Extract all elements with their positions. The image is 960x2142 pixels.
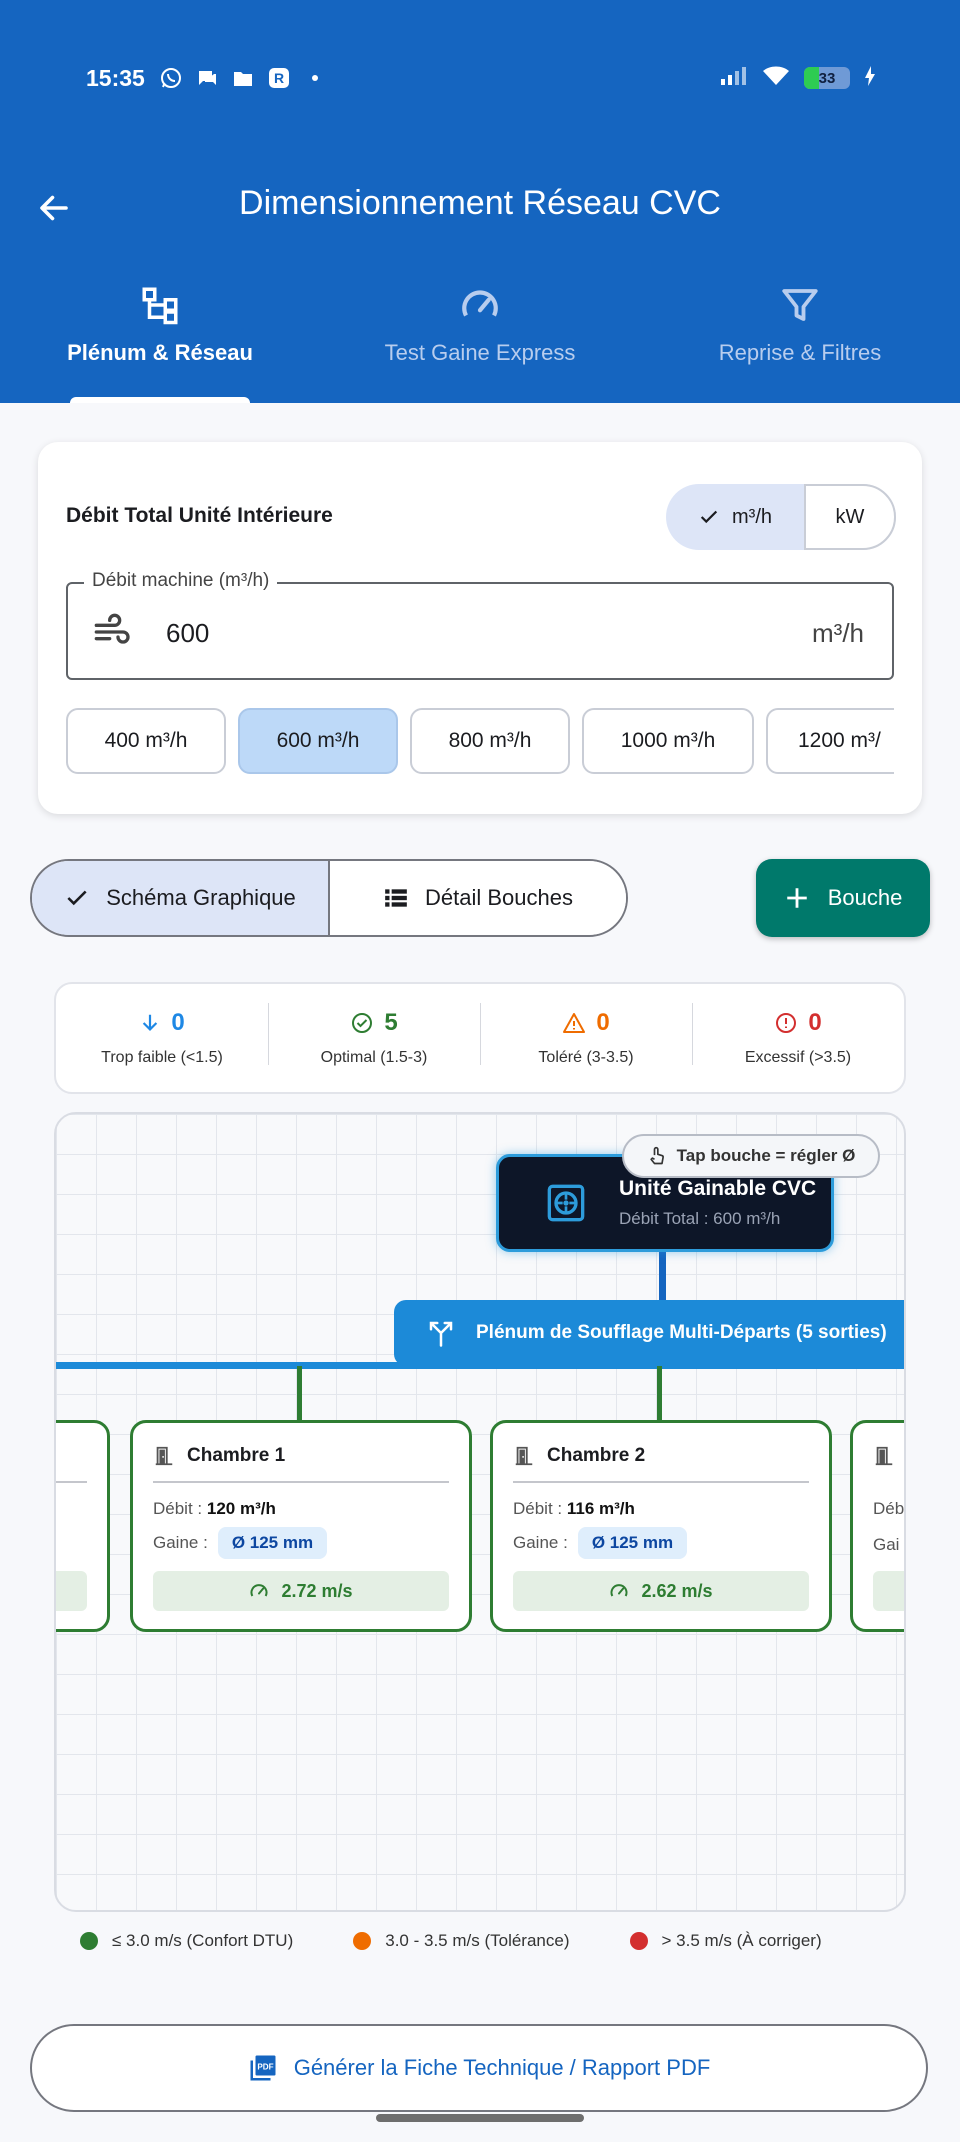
door-icon: [515, 1446, 533, 1466]
speedometer-icon: [611, 1584, 628, 1597]
tab-bar: Plénum & Réseau Test Gaine Express Repri…: [0, 280, 960, 403]
speed-legend: ≤ 3.0 m/s (Confort DTU) 3.0 - 3.5 m/s (T…: [80, 1926, 900, 1956]
plus-icon: [786, 888, 807, 908]
stat-excessif: 0 Excessif (>3.5): [692, 1003, 904, 1067]
tab-indicator: [70, 397, 250, 403]
generate-pdf-button[interactable]: PDF Générer la Fiche Technique / Rapport…: [30, 2024, 928, 2112]
app-bar: 15:35 R 33 Dimensionnement Réseau CVC Pl…: [0, 0, 960, 403]
arrow-down-icon: [143, 1014, 158, 1031]
wind-icon: [92, 612, 134, 657]
room-debit: 116 m³/h: [566, 1499, 635, 1518]
room-card-partial-right[interactable]: Déb Gai: [850, 1420, 904, 1632]
room-speed: 2.62 m/s: [513, 1571, 809, 1611]
unit-option-kw[interactable]: kW: [804, 484, 896, 550]
flow-card: Débit Total Unité Intérieure m³/h kW Déb…: [38, 442, 922, 814]
svg-text:R: R: [274, 70, 284, 86]
tab-test-gaine-express[interactable]: Test Gaine Express: [320, 280, 640, 403]
whatsapp-icon: [159, 66, 183, 90]
view-option-graphic[interactable]: Schéma Graphique: [32, 861, 330, 935]
stat-trop-faible: 0 Trop faible (<1.5): [101, 1009, 223, 1066]
door-icon: [875, 1446, 893, 1466]
svg-text:PDF: PDF: [257, 2062, 273, 2071]
unit-option-m3h[interactable]: m³/h: [666, 484, 804, 550]
legend-item-confort: ≤ 3.0 m/s (Confort DTU): [80, 1931, 293, 1951]
debit-machine-label: Débit machine (m³/h): [84, 570, 278, 592]
folder-icon: [231, 66, 255, 90]
unit-title: Unité Gainable CVC: [619, 1177, 817, 1200]
split-icon: [429, 1321, 453, 1347]
preset-chip-1200[interactable]: 1200 m³/: [766, 708, 894, 774]
unit-toggle: m³/h kW: [666, 484, 896, 550]
preset-chip-1000[interactable]: 1000 m³/h: [582, 708, 754, 774]
network-icon: [139, 280, 181, 330]
room-speed: 2.72 m/s: [153, 1571, 449, 1611]
chat-icon: [195, 66, 219, 90]
debit-machine-field[interactable]: Débit machine (m³/h) 600 m³/h: [66, 570, 894, 680]
unit-subtitle: Débit Total : 600 m³/h: [619, 1209, 781, 1228]
room-name: Chambre 2: [547, 1445, 646, 1466]
debit-machine-input[interactable]: 600: [166, 618, 209, 649]
room-card-chambre-2[interactable]: Chambre 2 Débit : 116 m³/h Gaine : Ø 125…: [490, 1420, 832, 1632]
flow-card-title: Débit Total Unité Intérieure: [66, 504, 333, 527]
error-icon: [776, 1013, 797, 1033]
wifi-icon: [762, 65, 790, 92]
page-title: Dimensionnement Réseau CVC: [239, 184, 721, 222]
preset-chip-800[interactable]: 800 m³/h: [410, 708, 570, 774]
speedometer-icon: [459, 280, 501, 330]
app-r-icon: R: [267, 66, 291, 90]
add-bouche-button[interactable]: Bouche: [756, 859, 930, 937]
stat-optimal: 5 Optimal (1.5-3): [268, 1003, 480, 1067]
tab-plenum-reseau[interactable]: Plénum & Réseau: [0, 280, 320, 403]
status-time: 15:35: [86, 64, 145, 91]
list-icon: [385, 889, 407, 907]
preset-chip-400[interactable]: 400 m³/h: [66, 708, 226, 774]
tab-reprise-filtres[interactable]: Reprise & Filtres: [640, 280, 960, 403]
signal-icon: [720, 65, 748, 92]
view-toggle: Schéma Graphique Détail Bouches: [30, 859, 628, 937]
view-option-detail[interactable]: Détail Bouches: [330, 861, 626, 935]
preset-chip-600[interactable]: 600 m³/h: [238, 708, 398, 774]
pdf-icon: PDF: [250, 2055, 276, 2081]
velocity-stats: 0 Trop faible (<1.5) 5 Optimal (1.5-3) 0…: [54, 982, 906, 1094]
room-name: Chambre 1: [187, 1445, 286, 1466]
legend-item-corriger: > 3.5 m/s (À corriger): [629, 1931, 822, 1951]
fan-unit-icon: [537, 1183, 595, 1223]
charging-icon: [864, 65, 876, 92]
plenum-node[interactable]: Plénum de Soufflage Multi-Départs (5 sor…: [394, 1300, 904, 1366]
tap-icon: [649, 1146, 664, 1165]
room-card-partial-left[interactable]: [56, 1420, 110, 1632]
warning-icon: [563, 1013, 586, 1033]
tap-hint: Tap bouche = régler Ø: [622, 1134, 880, 1178]
check-circle-icon: [352, 1013, 373, 1033]
debit-machine-suffix: m³/h: [812, 618, 864, 648]
door-icon: [155, 1446, 173, 1466]
room-gaine-badge[interactable]: Ø 125 mm: [217, 1527, 328, 1559]
branch-chambre-1: [297, 1366, 302, 1422]
preset-chips: 400 m³/h 600 m³/h 800 m³/h 1000 m³/h 120…: [66, 708, 894, 776]
unit-to-plenum-duct: [659, 1250, 666, 1302]
room-debit: 120 m³/h: [206, 1499, 276, 1518]
check-icon: [67, 890, 87, 906]
stat-tolere: 0 Toléré (3-3.5): [480, 1003, 692, 1067]
legend-item-tolerance: 3.0 - 3.5 m/s (Tolérance): [353, 1931, 570, 1951]
battery-icon: 33: [804, 67, 850, 89]
status-bar: 15:35 R 33: [86, 58, 876, 98]
dot-icon: [303, 66, 327, 90]
gesture-handle: [376, 2114, 584, 2122]
check-icon: [700, 510, 718, 524]
branch-chambre-2: [657, 1366, 662, 1422]
speedometer-icon: [251, 1584, 268, 1597]
network-diagram[interactable]: Tap bouche = régler Ø Unité Gainable CVC…: [54, 1112, 906, 1912]
room-gaine-badge[interactable]: Ø 125 mm: [577, 1527, 688, 1559]
room-card-chambre-1[interactable]: Chambre 1 Débit : 120 m³/h Gaine : Ø 125…: [130, 1420, 472, 1632]
filter-icon: [779, 280, 821, 330]
